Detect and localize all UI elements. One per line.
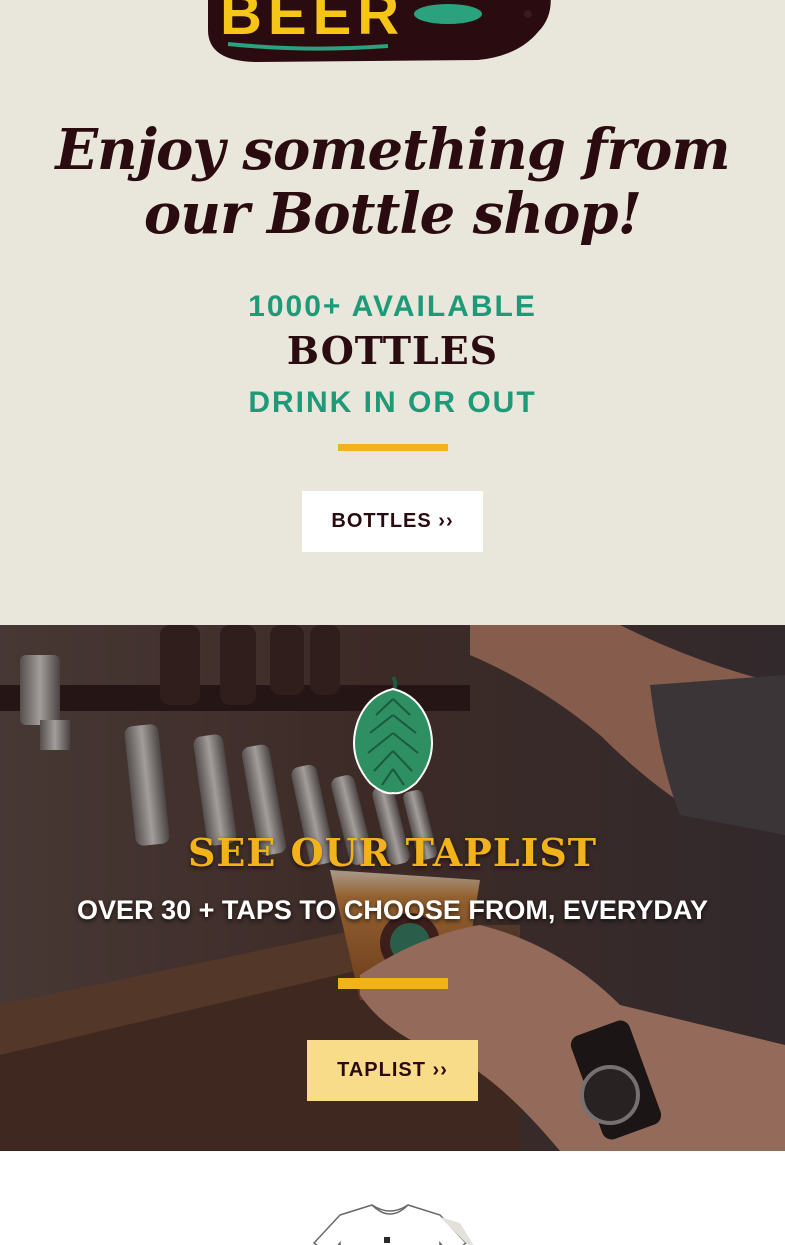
drink-in-or-out-label: DRINK IN OR OUT (248, 386, 537, 419)
gold-divider (338, 444, 448, 451)
logo-text: BEER (220, 0, 405, 47)
merch-section (0, 1151, 785, 1245)
taplist-button[interactable]: TAPLIST ›› (307, 1040, 478, 1101)
taplist-title: SEE OUR TAPLIST (187, 830, 598, 875)
taplist-subtitle: OVER 30 + TAPS TO CHOOSE FROM, EVERYDAY (77, 895, 708, 925)
bottles-button[interactable]: BOTTLES ›› (302, 491, 483, 552)
gold-divider (338, 978, 448, 989)
taplist-section: SEE OUR TAPLIST OVER 30 + TAPS TO CHOOSE… (0, 625, 785, 1151)
beer-bottle-logo: BEER (208, 0, 551, 62)
tshirt-icon (312, 1204, 474, 1245)
bottle-shop-section: BEER Enjoy something from our Bottle sho… (0, 0, 785, 625)
hop-icon (353, 675, 433, 795)
bottle-shop-heading: Enjoy something from our Bottle shop! (55, 117, 730, 247)
bottles-label: BOTTLES (286, 328, 499, 373)
available-count-label: 1000+ AVAILABLE (248, 290, 537, 323)
